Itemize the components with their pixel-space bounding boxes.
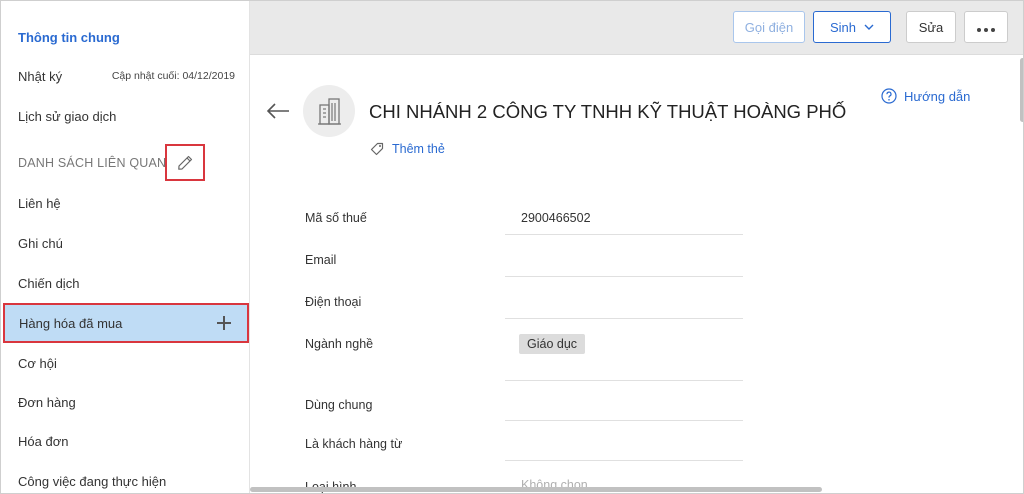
sidebar: Thông tin chung Nhật ký Cập nhật cuối: 0…: [1, 1, 250, 493]
sidebar-item-contacts[interactable]: Liên hệ: [1, 184, 250, 222]
sidebar-item-purchased-goods[interactable]: Hàng hóa đã mua: [3, 303, 249, 343]
tax-code-field[interactable]: 2900466502: [505, 211, 743, 235]
sidebar-item-orders[interactable]: Đơn hàng: [1, 383, 250, 421]
sidebar-item-history[interactable]: Lịch sử giao dịch: [1, 97, 250, 135]
guide-label: Hướng dẫn: [904, 88, 971, 104]
industry-field[interactable]: Giáo dục: [505, 334, 743, 381]
tag-icon: [370, 142, 384, 156]
chevron-down-icon: [864, 24, 874, 30]
building-icon: [318, 98, 341, 125]
more-icon: [976, 20, 997, 35]
more-options-button[interactable]: [964, 11, 1008, 43]
back-arrow-icon[interactable]: [265, 101, 291, 121]
call-button-label: Gọi điện: [744, 19, 794, 35]
shared-label: Dùng chung: [305, 398, 373, 412]
edit-button[interactable]: Sửa: [906, 11, 956, 43]
vertical-scrollbar[interactable]: [1020, 58, 1023, 122]
company-name: CHI NHÁNH 2 CÔNG TY TNHH KỸ THUẬT HOÀNG …: [369, 101, 847, 122]
email-field[interactable]: [505, 253, 743, 277]
edit-related-list-button[interactable]: [165, 144, 205, 181]
industry-chip: Giáo dục: [519, 334, 586, 354]
last-updated-text: Cập nhật cuối: 04/12/2019: [111, 70, 235, 82]
add-tag-link[interactable]: Thêm thẻ: [370, 142, 445, 156]
sidebar-item-label: Lịch sử giao dịch: [18, 108, 117, 124]
sidebar-item-label: Chiến dịch: [18, 275, 80, 291]
sidebar-item-tasks[interactable]: Công việc đang thực hiện: [1, 462, 250, 493]
customer-since-label: Là khách hàng từ: [305, 437, 403, 451]
sidebar-item-label: Nhật ký: [18, 68, 63, 84]
sidebar-item-label: Hàng hóa đã mua: [19, 315, 123, 331]
company-avatar: [303, 85, 355, 137]
sidebar-item-label: Liên hệ: [18, 195, 61, 211]
add-tag-label: Thêm thẻ: [392, 142, 445, 156]
generate-button-label: Sinh: [829, 19, 857, 35]
sidebar-item-label: Thông tin chung: [18, 29, 120, 45]
plus-icon[interactable]: [217, 316, 231, 330]
sidebar-item-label: Ghi chú: [18, 235, 63, 251]
record-detail: CHI NHÁNH 2 CÔNG TY TNHH KỸ THUẬT HOÀNG …: [250, 56, 1023, 493]
sidebar-item-notes[interactable]: Ghi chú: [1, 224, 250, 262]
call-button[interactable]: Gọi điện: [733, 11, 805, 43]
customer-since-field[interactable]: [505, 437, 743, 461]
sidebar-item-general-info[interactable]: Thông tin chung: [1, 18, 250, 56]
sidebar-item-opportunities[interactable]: Cơ hội: [1, 344, 250, 382]
sidebar-item-campaigns[interactable]: Chiến dịch: [1, 264, 250, 302]
sidebar-item-label: Đơn hàng: [18, 394, 76, 410]
horizontal-scrollbar[interactable]: [250, 487, 822, 492]
pencil-icon: [178, 155, 193, 170]
sidebar-item-log[interactable]: Nhật ký Cập nhật cuối: 04/12/2019: [1, 57, 250, 95]
generate-button[interactable]: Sinh: [813, 11, 891, 43]
phone-label: Điện thoại: [305, 295, 362, 309]
help-icon: [881, 88, 897, 104]
related-list-heading: DANH SÁCH LIÊN QUAN: [18, 156, 167, 170]
shared-field[interactable]: [505, 398, 743, 421]
sidebar-item-label: Cơ hội: [18, 355, 57, 371]
top-toolbar: Gọi điện Sinh Sửa: [250, 1, 1023, 55]
sidebar-item-label: Công việc đang thực hiện: [18, 473, 167, 489]
tax-code-label: Mã số thuế: [305, 211, 367, 225]
guide-link[interactable]: Hướng dẫn: [881, 88, 970, 104]
email-label: Email: [305, 253, 337, 267]
edit-button-label: Sửa: [918, 19, 944, 35]
sidebar-item-label: Hóa đơn: [18, 433, 69, 449]
sidebar-item-invoices[interactable]: Hóa đơn: [1, 422, 250, 460]
industry-label: Ngành nghề: [305, 337, 374, 351]
phone-field[interactable]: [505, 295, 743, 319]
app-window: Thông tin chung Nhật ký Cập nhật cuối: 0…: [0, 0, 1024, 494]
